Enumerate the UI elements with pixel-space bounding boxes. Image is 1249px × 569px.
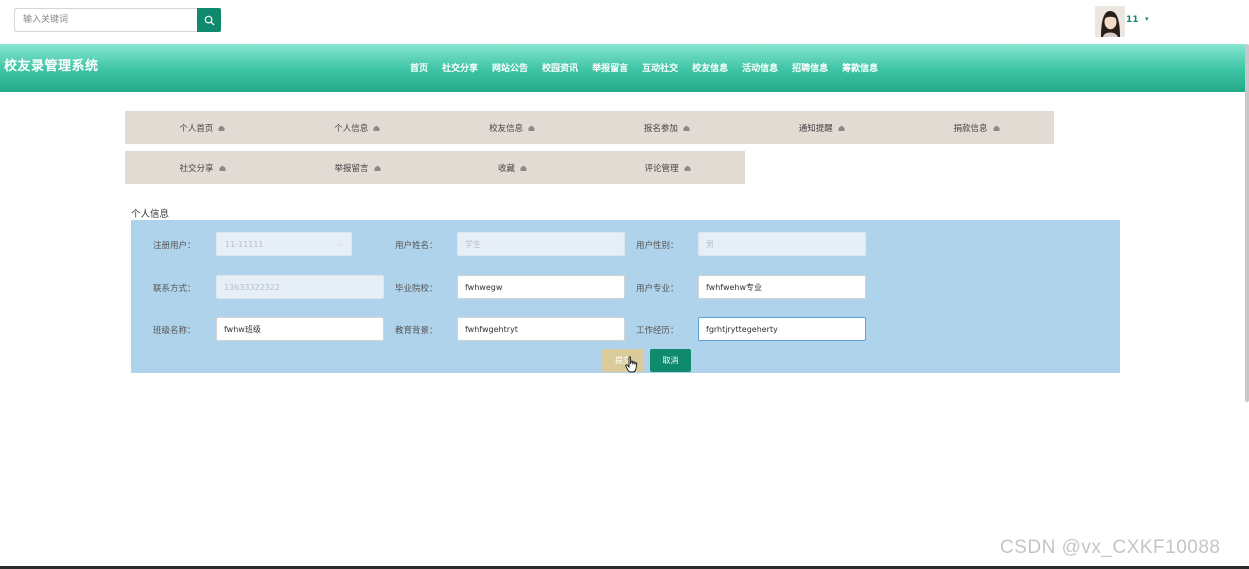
menu-item-notifications[interactable]: 通知提醒 xyxy=(744,111,899,144)
home-icon xyxy=(683,125,690,131)
education-field[interactable] xyxy=(457,317,625,341)
menu-item-registration[interactable]: 报名参加 xyxy=(589,111,744,144)
education-label: 教育背景： xyxy=(395,326,438,336)
home-icon xyxy=(218,125,225,131)
reg-user-value: 11-11111 xyxy=(225,240,264,249)
search-button[interactable] xyxy=(197,8,221,32)
user-name-field[interactable] xyxy=(457,232,625,256)
hand-cursor-icon xyxy=(625,356,638,373)
menu-item-personal-info[interactable]: 个人信息 xyxy=(280,111,435,144)
home-icon xyxy=(374,165,380,171)
search-icon xyxy=(204,15,214,25)
menu-item-label: 校友信息 xyxy=(489,123,524,134)
nav-item-announcements[interactable]: 网站公告 xyxy=(492,61,528,74)
menu-item-label: 捐款信息 xyxy=(953,123,988,134)
major-field[interactable] xyxy=(698,275,866,299)
menu-item-alumni-info[interactable]: 校友信息 xyxy=(435,111,590,144)
user-name-label: 用户姓名： xyxy=(395,241,438,251)
nav-item-campus-news[interactable]: 校园资讯 xyxy=(542,61,578,74)
menu-item-donation-info[interactable]: 捐款信息 xyxy=(899,111,1054,144)
menu-item-comment-manage[interactable]: 评论管理 xyxy=(590,151,745,184)
site-title: 校友录管理系统 xyxy=(4,59,99,74)
home-icon xyxy=(993,125,1000,131)
top-bar: 11 ▾ xyxy=(0,0,1249,44)
nav-item-fundraising-info[interactable]: 筹款信息 xyxy=(842,61,878,74)
work-label: 工作经历： xyxy=(636,326,679,336)
school-field[interactable] xyxy=(457,275,625,299)
center-menu-row-2: 社交分享 举报留言 收藏 评论管理 xyxy=(125,151,745,184)
phone-label: 联系方式： xyxy=(153,284,196,294)
class-name-label: 班级名称： xyxy=(153,326,196,336)
nav-item-recruit-info[interactable]: 招聘信息 xyxy=(792,61,828,74)
chevron-down-icon[interactable]: ▾ xyxy=(1145,15,1149,23)
work-field[interactable] xyxy=(698,317,866,341)
gender-label: 用户性别： xyxy=(636,241,679,251)
menu-item-label: 收藏 xyxy=(497,163,515,174)
home-icon xyxy=(684,165,690,171)
nav-item-social-share[interactable]: 社交分享 xyxy=(442,61,478,74)
class-name-field[interactable] xyxy=(216,317,384,341)
home-icon xyxy=(373,125,380,131)
menu-item-label: 个人信息 xyxy=(334,123,369,134)
menu-item-personal-home[interactable]: 个人首页 xyxy=(125,111,280,144)
section-title: 个人信息 xyxy=(131,209,170,220)
reg-user-label: 注册用户： xyxy=(153,241,196,251)
avatar[interactable] xyxy=(1095,6,1125,37)
menu-item-label: 报名参加 xyxy=(643,123,678,134)
menu-item-label: 评论管理 xyxy=(644,163,679,174)
school-label: 毕业院校： xyxy=(395,284,438,294)
nav-item-home[interactable]: 首页 xyxy=(410,61,428,74)
menu-item-social-share[interactable]: 社交分享 xyxy=(125,151,280,184)
home-icon xyxy=(838,125,845,131)
home-icon xyxy=(520,165,527,171)
nav-item-alumni-info[interactable]: 校友信息 xyxy=(692,61,728,74)
menu-item-label: 社交分享 xyxy=(179,163,214,174)
home-icon xyxy=(528,125,535,131)
watermark: CSDN @vx_CXKF10088 xyxy=(1000,537,1221,558)
username[interactable]: 11 xyxy=(1126,15,1139,25)
nav-item-report-message[interactable]: 举报留言 xyxy=(592,61,628,74)
menu-item-report-message[interactable]: 举报留言 xyxy=(280,151,435,184)
major-label: 用户专业： xyxy=(636,284,679,294)
home-icon xyxy=(219,165,225,171)
menu-item-label: 个人首页 xyxy=(179,123,214,134)
nav-menu: 首页 社交分享 网站公告 校园资讯 举报留言 互动社交 校友信息 活动信息 招聘… xyxy=(410,61,892,74)
center-menu-row-1: 个人首页 个人信息 校友信息 报名参加 通知提醒 捐款信息 xyxy=(125,111,1054,144)
menu-item-label: 举报留言 xyxy=(334,163,369,174)
menu-item-favorites[interactable]: 收藏 xyxy=(435,151,590,184)
nav-item-interaction[interactable]: 互动社交 xyxy=(642,61,678,74)
scrollbar[interactable] xyxy=(1245,44,1249,402)
reg-user-select[interactable]: 11-11111 ⌵ xyxy=(216,232,352,256)
cancel-button[interactable]: 取消 xyxy=(650,349,691,372)
chevron-down-icon: ⌵ xyxy=(337,240,343,248)
phone-field[interactable] xyxy=(216,275,384,299)
main-nav-bar: 校友录管理系统 首页 社交分享 网站公告 校园资讯 举报留言 互动社交 校友信息… xyxy=(0,44,1245,92)
gender-field[interactable] xyxy=(698,232,866,256)
menu-item-label: 通知提醒 xyxy=(798,123,833,134)
search-input[interactable] xyxy=(14,8,198,32)
nav-item-activity-info[interactable]: 活动信息 xyxy=(742,61,778,74)
